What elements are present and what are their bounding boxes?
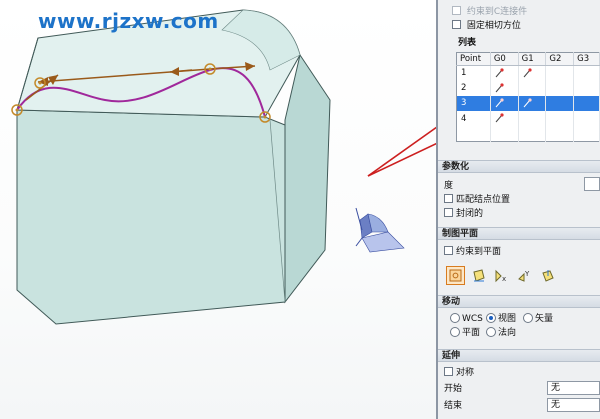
xc-plane-icon[interactable] [469, 266, 488, 285]
move-view-radio[interactable] [486, 313, 496, 323]
move-wcs-radio[interactable] [450, 313, 460, 323]
g3-cell[interactable] [573, 80, 600, 96]
watermark-text: www.rjzxw.com [38, 9, 219, 33]
start-extension-select[interactable]: 无 [547, 381, 600, 395]
zc-plane-icon[interactable]: Y [515, 266, 534, 285]
closed-label: 封闭的 [456, 209, 484, 219]
column-header-g0: G0 [490, 52, 519, 66]
point-number: 2 [456, 80, 491, 96]
column-header-g3: G3 [573, 52, 600, 66]
degree-input[interactable] [584, 177, 600, 191]
constrain-connector-label: 约束到C连接件 [466, 7, 528, 17]
g1-constraint-icon[interactable] [518, 65, 547, 81]
closed-option[interactable]: 封闭的 [444, 208, 483, 220]
custom-plane-icon[interactable] [538, 266, 557, 285]
g0-constraint-icon[interactable] [490, 95, 519, 112]
g0-constraint-icon[interactable] [490, 65, 519, 81]
svg-text:x: x [502, 275, 506, 283]
g2-cell[interactable] [545, 80, 575, 96]
extend-section-header[interactable]: 延伸 [438, 349, 600, 362]
solid-side-face [284, 53, 331, 304]
symmetric-option[interactable]: 对称 [444, 367, 474, 379]
g2-cell[interactable] [545, 95, 575, 112]
fixed-tangent-checkbox[interactable] [452, 20, 461, 29]
column-header-g2: G2 [545, 52, 575, 66]
annotation-arrow [367, 142, 436, 177]
graphics-viewport[interactable]: www.rjzxw.com [0, 0, 436, 419]
match-knot-checkbox[interactable] [444, 194, 453, 203]
end-label: 结束 [444, 401, 463, 411]
constrain-plane-option[interactable]: 约束到平面 [444, 246, 501, 258]
svg-text:Y: Y [524, 270, 530, 278]
closed-checkbox[interactable] [444, 208, 453, 217]
plane-section-header[interactable]: 制图平面 [438, 227, 600, 240]
table-header-row: Point G0 G1 G2 G3 [456, 52, 600, 66]
g1-cell[interactable] [518, 80, 547, 96]
fixed-tangent-option[interactable]: 固定相切方位 [452, 20, 521, 32]
yc-plane-icon[interactable]: x [492, 266, 511, 285]
params-section-header[interactable]: 参数化 [438, 160, 600, 173]
move-section-header[interactable]: 移动 [438, 295, 600, 308]
match-knot-label: 匹配结点位置 [456, 195, 511, 205]
move-view-option[interactable]: 视图 [486, 313, 516, 325]
g0-constraint-icon[interactable] [490, 80, 519, 96]
constrain-plane-checkbox[interactable] [444, 246, 453, 255]
column-header-g1: G1 [518, 52, 547, 66]
view-plane-icon[interactable] [446, 266, 465, 285]
table-row[interactable]: 2 [456, 80, 600, 96]
move-plane-option[interactable]: 平面 [450, 327, 480, 339]
constrain-connector-checkbox[interactable] [452, 6, 461, 15]
move-wcs-label: WCS [462, 314, 483, 324]
move-plane-label: 平面 [462, 328, 481, 338]
g2-cell[interactable] [545, 65, 575, 81]
solid-front-face [16, 109, 286, 325]
g3-cell[interactable] [573, 95, 600, 112]
constrain-plane-label: 约束到平面 [456, 247, 502, 257]
g2-cell[interactable] [545, 111, 575, 127]
move-vector-radio[interactable] [523, 313, 533, 323]
match-knot-option[interactable]: 匹配结点位置 [444, 194, 510, 206]
move-vector-option[interactable]: 矢量 [523, 313, 553, 325]
g3-cell[interactable] [573, 65, 600, 81]
degree-label: 度 [444, 181, 454, 191]
start-label: 开始 [444, 384, 463, 394]
fixed-tangent-label: 固定相切方位 [466, 21, 521, 31]
move-view-label: 视图 [498, 314, 517, 324]
column-header-point: Point [456, 52, 491, 66]
move-normal-radio[interactable] [486, 327, 496, 337]
table-row[interactable]: 4 [456, 111, 600, 127]
g0-constraint-icon[interactable] [490, 111, 519, 127]
symmetric-label: 对称 [456, 368, 475, 378]
constrain-connector-option[interactable]: 约束到C连接件 [452, 6, 527, 18]
view-triad-icon[interactable] [355, 207, 405, 253]
list-section-title: 列表 [458, 38, 477, 48]
table-row[interactable]: 1 [456, 65, 600, 81]
model-canvas[interactable] [0, 0, 436, 419]
move-wcs-option[interactable]: WCS [450, 313, 483, 325]
end-extension-select[interactable]: 无 [547, 398, 600, 412]
move-normal-label: 法向 [498, 328, 517, 338]
point-number: 3 [456, 95, 491, 112]
move-vector-label: 矢量 [535, 314, 554, 324]
table-row-selected[interactable]: 3 [456, 95, 600, 112]
point-constraint-table[interactable]: Point G0 G1 G2 G3 1 2 3 4 [456, 52, 600, 142]
g3-cell[interactable] [573, 111, 600, 127]
point-number: 4 [456, 111, 491, 127]
move-plane-radio[interactable] [450, 327, 460, 337]
g1-cell[interactable] [518, 111, 547, 127]
point-number: 1 [456, 65, 491, 81]
symmetric-checkbox[interactable] [444, 367, 453, 376]
table-filler-row [456, 126, 600, 142]
g1-constraint-icon[interactable] [518, 95, 547, 112]
move-normal-option[interactable]: 法向 [486, 327, 516, 339]
